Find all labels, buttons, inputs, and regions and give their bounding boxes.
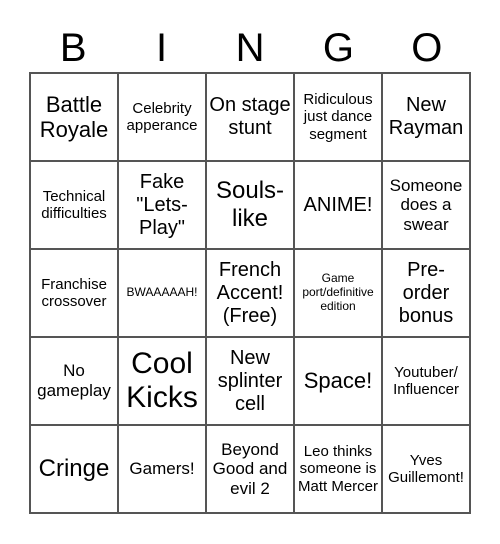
- bingo-cell[interactable]: ANIME!: [294, 161, 382, 249]
- bingo-cell[interactable]: Someone does a swear: [382, 161, 470, 249]
- bingo-cell[interactable]: New splinter cell: [206, 337, 294, 425]
- bingo-cell[interactable]: Space!: [294, 337, 382, 425]
- bingo-cell[interactable]: New Rayman: [382, 73, 470, 161]
- bingo-cell[interactable]: Battle Royale: [30, 73, 118, 161]
- bingo-cell[interactable]: BWAAAAAH!: [118, 249, 206, 337]
- bingo-cell[interactable]: French Accent! (Free): [206, 249, 294, 337]
- bingo-cell[interactable]: Game port/definitive edition: [294, 249, 382, 337]
- bingo-grid: Battle Royale Celebrity apperance On sta…: [29, 72, 471, 514]
- header-g: G: [322, 26, 354, 70]
- bingo-cell[interactable]: Cringe: [30, 425, 118, 513]
- bingo-cell[interactable]: Cool Kicks: [118, 337, 206, 425]
- bingo-cell[interactable]: Youtuber/ Influencer: [382, 337, 470, 425]
- header-b: B: [59, 26, 87, 70]
- bingo-cell[interactable]: Celebrity apperance: [118, 73, 206, 161]
- bingo-cell[interactable]: On stage stunt: [206, 73, 294, 161]
- bingo-cell[interactable]: Pre-order bonus: [382, 249, 470, 337]
- header-n: N: [235, 26, 265, 70]
- bingo-cell[interactable]: Leo thinks someone is Matt Mercer: [294, 425, 382, 513]
- bingo-cell[interactable]: Souls-like: [206, 161, 294, 249]
- bingo-cell[interactable]: Ridiculous just dance segment: [294, 73, 382, 161]
- bingo-cell[interactable]: Beyond Good and evil 2: [206, 425, 294, 513]
- header-o: O: [411, 26, 443, 70]
- header-i: I: [156, 26, 168, 70]
- bingo-cell[interactable]: Franchise crossover: [30, 249, 118, 337]
- bingo-header: B I N G O: [29, 24, 471, 72]
- bingo-cell[interactable]: Gamers!: [118, 425, 206, 513]
- bingo-cell[interactable]: Technical difficulties: [30, 161, 118, 249]
- bingo-cell[interactable]: Yves Guillemont!: [382, 425, 470, 513]
- bingo-cell[interactable]: Fake "Lets-Play": [118, 161, 206, 249]
- bingo-cell[interactable]: No gameplay: [30, 337, 118, 425]
